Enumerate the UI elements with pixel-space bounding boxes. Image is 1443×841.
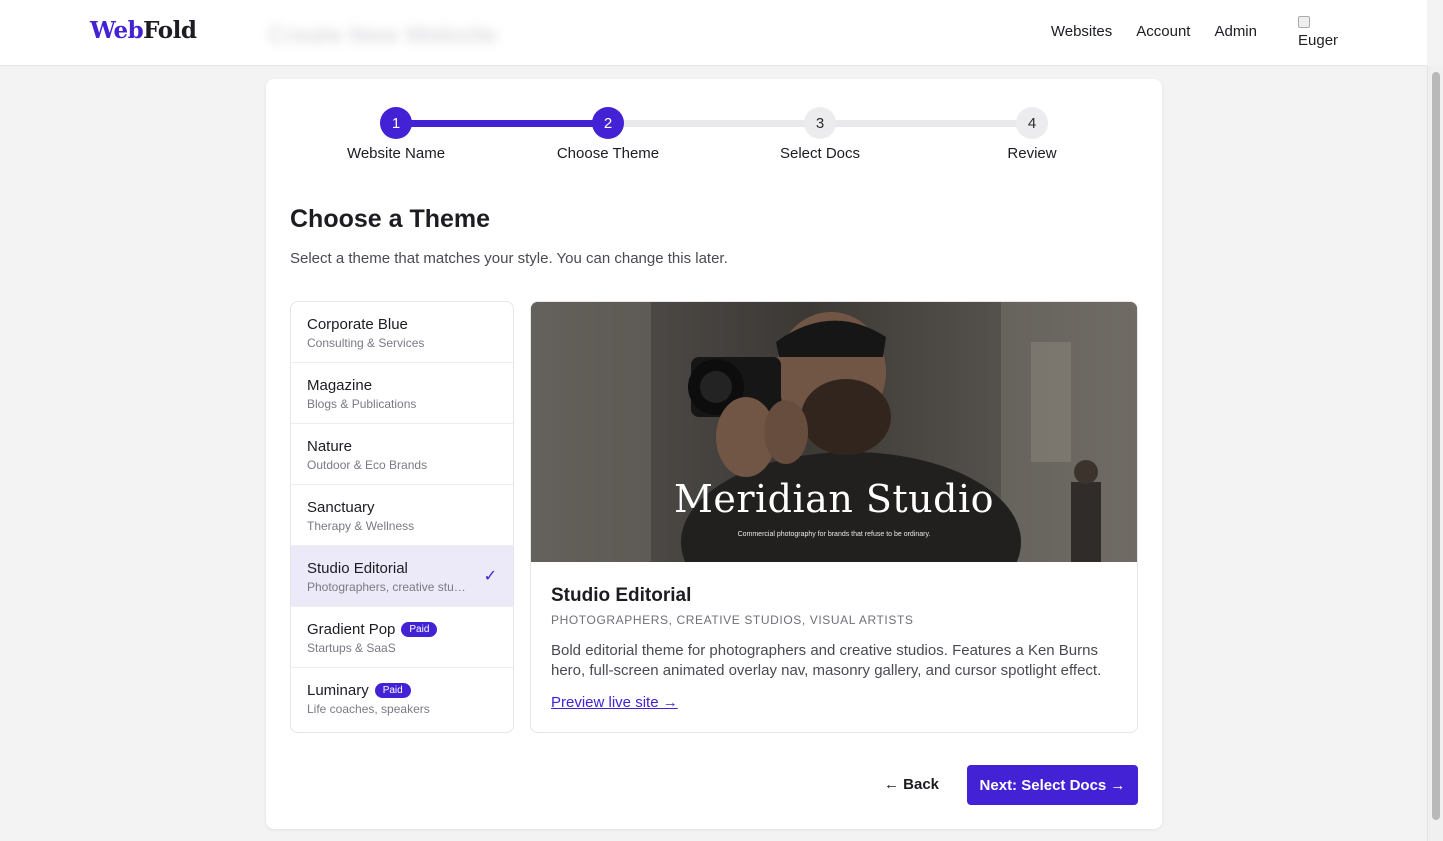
theme-item-luminary[interactable]: Luminary Paid Life coaches, speakers xyxy=(291,668,513,729)
next-select-docs-button[interactable]: Next: Select Docs → xyxy=(967,765,1138,805)
logo-web: Web xyxy=(90,17,144,44)
step-3-circle: 3 xyxy=(804,107,836,139)
hero-tagline: Commercial photography for brands that r… xyxy=(737,531,931,538)
theme-item-corporate-blue[interactable]: Corporate Blue Consulting & Services xyxy=(291,302,513,363)
theme-desc: Life coaches, speakers xyxy=(307,702,430,716)
logo-fold: Fold xyxy=(143,17,197,44)
hero-title: Meridian Studio xyxy=(673,477,995,521)
preview-live-site-link[interactable]: Preview live site → xyxy=(551,694,678,711)
theme-item-nature[interactable]: Nature Outdoor & Eco Brands xyxy=(291,424,513,485)
theme-item-gradient-pop[interactable]: Gradient Pop Paid Startups & SaaS xyxy=(291,607,513,668)
avatar-alt-text: Eugene xyxy=(1298,32,1338,49)
theme-item-magazine[interactable]: Magazine Blogs & Publications xyxy=(291,363,513,424)
back-button[interactable]: ← Back xyxy=(884,776,939,793)
main-nav: Websites Account Admin xyxy=(1051,23,1257,40)
step-4-circle: 4 xyxy=(1016,107,1048,139)
blurred-page-title: Create New Website xyxy=(268,22,497,49)
theme-desc: Blogs & Publications xyxy=(307,397,417,411)
scrollbar-thumb[interactable] xyxy=(1432,72,1440,820)
page-title: Choose a Theme xyxy=(290,205,491,233)
hero-overlay xyxy=(531,302,1137,562)
broken-image-icon xyxy=(1298,16,1310,28)
step-1-label: Website Name xyxy=(346,145,446,162)
page-subtitle: Select a theme that matches your style. … xyxy=(290,250,728,267)
theme-desc: Photographers, creative studios, visual … xyxy=(307,580,472,594)
top-navbar: WebFold Create New Website Websites Acco… xyxy=(0,0,1427,66)
step-2-label: Choose Theme xyxy=(556,145,660,162)
step-2-circle[interactable]: 2 xyxy=(592,107,624,139)
theme-desc: Therapy & Wellness xyxy=(307,519,415,533)
step-3-label: Select Docs xyxy=(779,145,861,162)
step-4-label: Review xyxy=(1007,145,1057,162)
preview-theme-title: Studio Editorial xyxy=(551,585,692,606)
preview-theme-description: Bold editorial theme for photographers a… xyxy=(551,642,1102,679)
stepper-progress-done xyxy=(396,120,608,127)
theme-name: Sanctuary xyxy=(307,499,375,516)
theme-preview-panel: Meridian Studio Commercial photography f… xyxy=(530,301,1138,733)
checkmark-icon: ✓ xyxy=(483,568,497,585)
theme-name: Gradient Pop xyxy=(307,621,396,638)
paid-badge: Paid xyxy=(374,683,411,698)
theme-list: Corporate Blue Consulting & Services Mag… xyxy=(290,301,514,733)
user-avatar[interactable]: Eugene xyxy=(1298,14,1338,50)
nav-websites[interactable]: Websites xyxy=(1051,23,1112,40)
theme-name: Corporate Blue xyxy=(307,316,408,333)
theme-desc: Startups & SaaS xyxy=(307,641,396,655)
nav-account[interactable]: Account xyxy=(1136,23,1190,40)
theme-item-studio-editorial[interactable]: Studio Editorial Photographers, creative… xyxy=(291,546,513,607)
theme-name: Luminary xyxy=(307,682,369,699)
theme-name: Studio Editorial xyxy=(307,560,408,577)
theme-desc: Consulting & Services xyxy=(307,336,425,350)
nav-admin[interactable]: Admin xyxy=(1214,23,1257,40)
theme-desc: Outdoor & Eco Brands xyxy=(307,458,428,472)
theme-name: Nature xyxy=(307,438,353,455)
paid-badge: Paid xyxy=(401,622,438,637)
theme-name: Magazine xyxy=(307,377,373,394)
brand-logo[interactable]: WebFold xyxy=(90,17,197,44)
preview-theme-categories: PHOTOGRAPHERS, CREATIVE STUDIOS, VISUAL … xyxy=(551,613,914,627)
theme-preview-image: Meridian Studio Commercial photography f… xyxy=(531,302,1137,562)
step-1-circle[interactable]: 1 xyxy=(380,107,412,139)
theme-item-sanctuary[interactable]: Sanctuary Therapy & Wellness xyxy=(291,485,513,546)
